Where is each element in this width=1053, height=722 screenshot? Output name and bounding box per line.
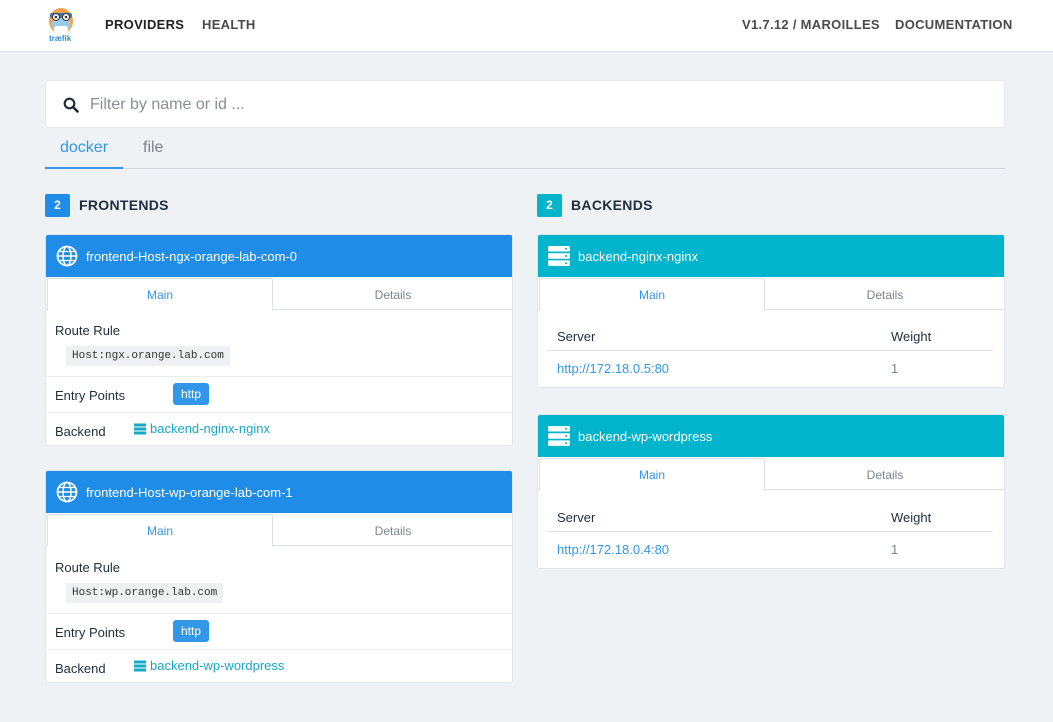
backend-link-text: backend-nginx-nginx <box>150 421 270 436</box>
server-icon <box>134 660 146 672</box>
nav-documentation[interactable]: DOCUMENTATION <box>895 17 1013 32</box>
provider-tabs: docker file <box>45 130 1005 169</box>
frontend-card: frontend-Host-wp-orange-lab-com-1 Main D… <box>45 470 513 683</box>
backend-card-tabs: Main Details <box>538 457 1004 490</box>
entry-point-tag: http <box>173 620 209 642</box>
route-rule-label: Route Rule <box>55 560 120 575</box>
nav-health[interactable]: HEALTH <box>202 17 256 32</box>
backend-card-tabs: Main Details <box>538 277 1004 310</box>
traefik-logo[interactable]: træfik <box>45 4 77 46</box>
brand-text: træfik <box>49 34 71 43</box>
entry-points-label: Entry Points <box>55 388 125 403</box>
globe-icon <box>55 244 79 268</box>
server-icon <box>547 244 571 268</box>
backend-card-header: backend-nginx-nginx <box>538 235 1004 277</box>
nav-providers[interactable]: PROVIDERS <box>105 17 184 32</box>
tab-main[interactable]: Main <box>47 278 273 311</box>
backend-card-header: backend-wp-wordpress <box>538 415 1004 457</box>
tab-main[interactable]: Main <box>539 278 765 311</box>
tab-docker[interactable]: docker <box>45 139 123 169</box>
backends-count-badge: 2 <box>537 194 562 217</box>
frontends-header: 2 FRONTENDS <box>45 193 169 217</box>
col-server: Server <box>557 510 595 525</box>
frontend-name: frontend-Host-wp-orange-lab-com-1 <box>86 485 293 500</box>
globe-icon <box>55 480 79 504</box>
backend-name: backend-wp-wordpress <box>578 429 712 444</box>
divider <box>46 649 512 650</box>
backends-title: BACKENDS <box>571 197 653 213</box>
backends-header: 2 BACKENDS <box>537 193 653 217</box>
col-weight: Weight <box>891 329 931 344</box>
servers-table-header: Server Weight <box>547 502 993 532</box>
divider <box>46 376 512 377</box>
backend-label: Backend <box>55 661 106 676</box>
filter-input[interactable] <box>90 91 970 119</box>
backend-card: backend-nginx-nginx Main Details Server … <box>537 234 1005 388</box>
route-rule-label: Route Rule <box>55 323 120 338</box>
backend-link[interactable]: backend-wp-wordpress <box>134 658 284 673</box>
tab-details[interactable]: Details <box>274 278 512 311</box>
server-icon <box>547 424 571 448</box>
tab-details[interactable]: Details <box>766 458 1004 491</box>
server-weight: 1 <box>891 361 898 376</box>
backend-label: Backend <box>55 424 106 439</box>
backend-link-text: backend-wp-wordpress <box>150 658 284 673</box>
backend-name: backend-nginx-nginx <box>578 249 698 264</box>
backend-card: backend-wp-wordpress Main Details Server… <box>537 414 1005 569</box>
frontend-card-header: frontend-Host-ngx-orange-lab-com-0 <box>46 235 512 277</box>
top-navbar: træfik PROVIDERS HEALTH V1.7.12 / MAROIL… <box>0 0 1053 52</box>
backend-link[interactable]: backend-nginx-nginx <box>134 421 270 436</box>
server-url-link[interactable]: http://172.18.0.5:80 <box>557 361 669 376</box>
route-rule-value: Host:wp.orange.lab.com <box>66 583 223 603</box>
server-icon <box>134 423 146 435</box>
frontend-card-tabs: Main Details <box>46 277 512 310</box>
frontend-card-header: frontend-Host-wp-orange-lab-com-1 <box>46 471 512 513</box>
server-weight: 1 <box>891 542 898 557</box>
divider <box>46 412 512 413</box>
entry-points-label: Entry Points <box>55 625 125 640</box>
col-server: Server <box>557 329 595 344</box>
nav-version[interactable]: V1.7.12 / MAROILLES <box>742 17 880 32</box>
tab-file[interactable]: file <box>128 139 178 169</box>
tab-main[interactable]: Main <box>47 514 273 547</box>
search-icon <box>63 97 79 113</box>
tab-details[interactable]: Details <box>766 278 1004 311</box>
frontends-title: FRONTENDS <box>79 197 169 213</box>
frontend-name: frontend-Host-ngx-orange-lab-com-0 <box>86 249 297 264</box>
tab-main[interactable]: Main <box>539 458 765 491</box>
table-row: http://172.18.0.4:80 1 <box>547 533 993 565</box>
route-rule-value: Host:ngx.orange.lab.com <box>66 346 230 366</box>
frontend-card-tabs: Main Details <box>46 513 512 546</box>
divider <box>46 613 512 614</box>
table-row: http://172.18.0.5:80 1 <box>547 352 993 384</box>
server-url-link[interactable]: http://172.18.0.4:80 <box>557 542 669 557</box>
servers-table-header: Server Weight <box>547 321 993 351</box>
frontends-count-badge: 2 <box>45 194 70 217</box>
entry-point-tag: http <box>173 383 209 405</box>
tab-details[interactable]: Details <box>274 514 512 547</box>
col-weight: Weight <box>891 510 931 525</box>
filter-bar <box>45 80 1005 128</box>
frontend-card: frontend-Host-ngx-orange-lab-com-0 Main … <box>45 234 513 446</box>
